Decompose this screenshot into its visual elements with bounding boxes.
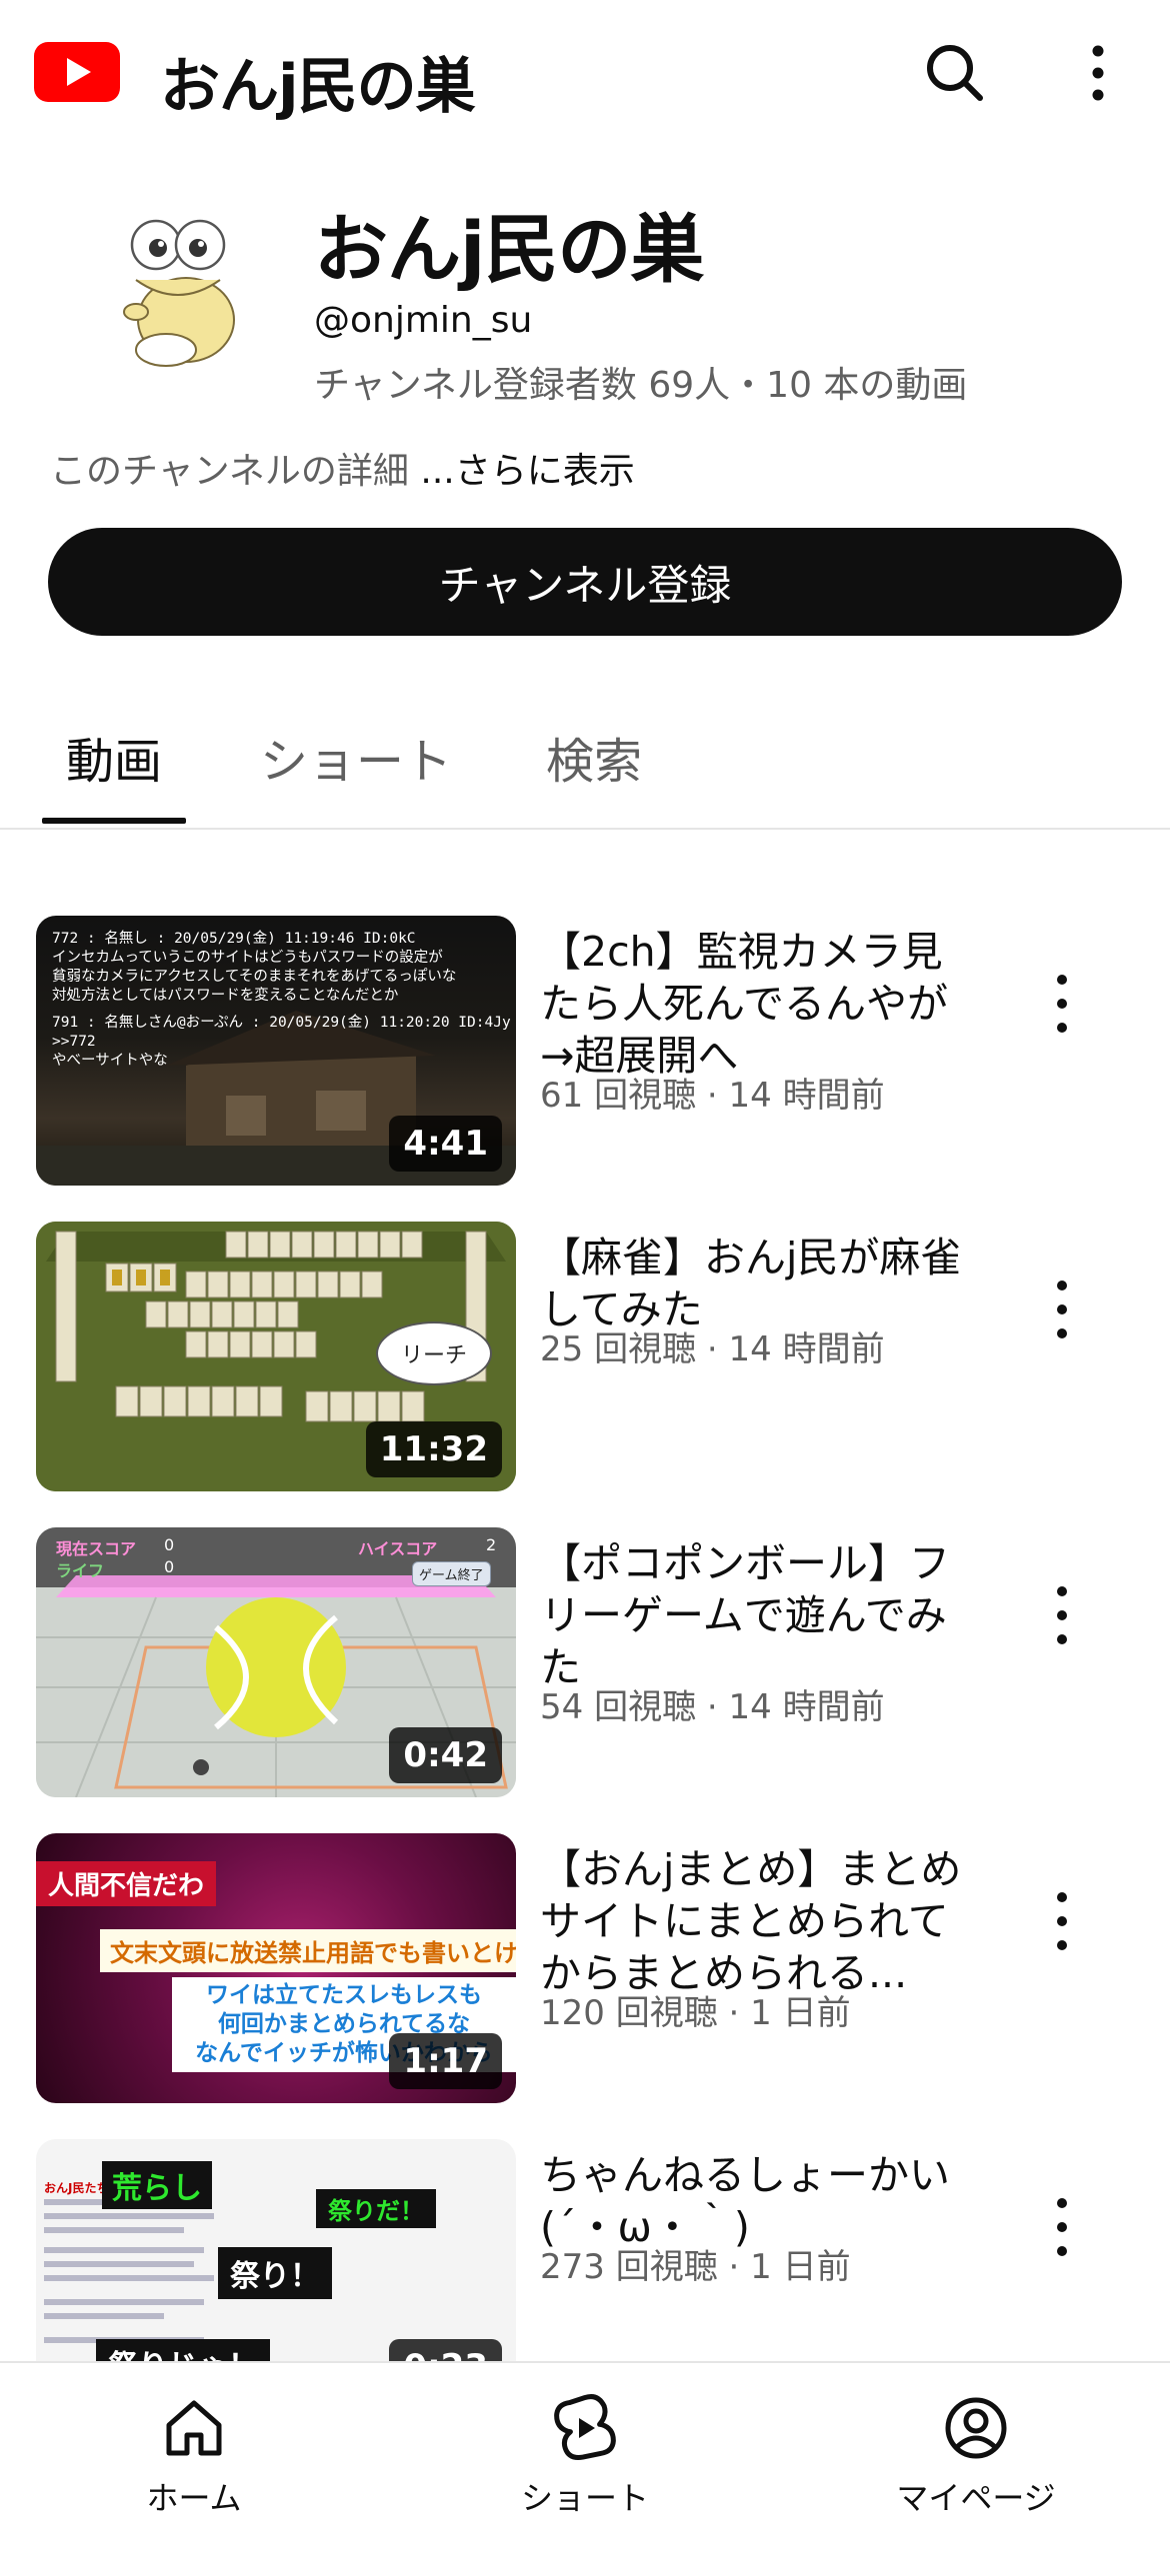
channel-description-text: このチャンネルの詳細 [50, 451, 421, 492]
thumb-caption-3: 祭り！ [218, 2247, 332, 2299]
tab-search[interactable]: 検索 [546, 722, 642, 792]
subscribe-button[interactable]: チャンネル登録 [48, 528, 1122, 636]
riichi-bubble: リーチ [376, 1321, 492, 1385]
hud-life: ライフ [56, 1561, 105, 1580]
tab-shorts[interactable]: ショート [260, 722, 452, 792]
video-title[interactable]: 【麻雀】おんj民が麻雀してみた [540, 1232, 980, 1335]
thumbnail-text: 772 : 名無し : 20/05/29(金) 11:19:46 ID:0kC … [52, 930, 512, 1071]
nav-home-label: ホーム [146, 2479, 242, 2517]
hud-high-score-value: 2 [486, 1535, 497, 1554]
active-tab-indicator [42, 818, 186, 824]
channel-handle: @onjmin_su [314, 300, 533, 341]
video-thumbnail[interactable]: 人間不信だわ 文末文頭に放送禁止用語でも書いとけ ワイは立てたスレもレスも 何回… [36, 1833, 516, 2103]
nav-my-page-label: マイページ [896, 2479, 1056, 2517]
hud-high-score: ハイスコア [358, 1539, 438, 1558]
overlay-line: 対処方法としてはパスワードを変えることなんだとか [52, 988, 399, 1004]
thumb-caption-1: 荒らし [102, 2161, 212, 2209]
video-duration: 0:42 [389, 1727, 502, 1783]
app-bar: おんj民の巣 [0, 0, 1170, 150]
video-meta: 25 回視聴 · 14 時間前 [540, 1329, 885, 1369]
video-item[interactable]: 772 : 名無し : 20/05/29(金) 11:19:46 ID:0kC … [0, 916, 1170, 1196]
tab-videos[interactable]: 動画 [66, 722, 162, 792]
video-thumbnail[interactable]: 現在スコア ライフ 0 0 ハイスコア 2 ゲーム終了 0:42 [36, 1527, 516, 1797]
channel-name: おんj民の巣 [314, 207, 704, 293]
shorts-icon [554, 2394, 616, 2460]
video-meta: 120 回視聴 · 1 日前 [540, 1993, 851, 2033]
youtube-logo-icon[interactable] [34, 42, 120, 102]
overlay-line: インセカムっていうこのサイトはどうもパスワードの設定が [52, 950, 443, 966]
video-thumbnail[interactable]: リーチ 11:32 [36, 1222, 516, 1491]
home-icon [166, 2400, 222, 2456]
video-duration: 1:17 [389, 2033, 502, 2089]
video-meta: 61 回視聴 · 14 時間前 [540, 1076, 885, 1116]
nav-shorts-label: ショート [520, 2479, 649, 2517]
bottom-navigation: ホーム ショート マイページ [0, 2361, 1170, 2576]
nav-shorts[interactable]: ショート [465, 2393, 705, 2519]
search-icon[interactable] [918, 36, 992, 110]
video-title[interactable]: 【ポコポンボール】フリーゲームで遊んでみた [540, 1537, 980, 1693]
overlay-line: 791 : 名無しさん@おーぷん : 20/05/29(金) 11:20:20 … [52, 1015, 511, 1031]
video-meta: 273 回視聴 · 1 日前 [540, 2247, 851, 2287]
thumb-caption-3-line: ワイは立てたスレもレスも [206, 1982, 482, 2008]
video-title[interactable]: 【おんjまとめ】まとめサイトにまとめられてからまとめられる... [540, 1843, 980, 1999]
video-title[interactable]: 【2ch】監視カメラ見たら人死んでるんやが→超展開へ [540, 926, 980, 1082]
overlay-line: >>772 [52, 1034, 96, 1050]
channel-tabs: 動画 ショート 検索 [0, 700, 1170, 830]
video-item[interactable]: リーチ 11:32 【麻雀】おんj民が麻雀してみた 25 回視聴 · 14 時間… [0, 1222, 1170, 1501]
channel-stats: チャンネル登録者数 69人・10 本の動画 [314, 365, 968, 406]
video-item[interactable]: 現在スコア ライフ 0 0 ハイスコア 2 ゲーム終了 0:42 【ポコポンボー… [0, 1527, 1170, 1807]
thumb-caption-2: 文末文頭に放送禁止用語でも書いとけ [100, 1929, 516, 1972]
video-more-icon[interactable] [1044, 1881, 1080, 1961]
hud-current-score: 現在スコア [56, 1539, 137, 1558]
video-item[interactable]: 人間不信だわ 文末文頭に放送禁止用語でも書いとけ ワイは立てたスレもレスも 何回… [0, 1833, 1170, 2113]
video-duration: 4:41 [389, 1116, 502, 1172]
nav-my-page[interactable]: マイページ [856, 2393, 1096, 2519]
overlay-line: 772 : 名無し : 20/05/29(金) 11:19:46 ID:0kC [52, 931, 416, 947]
thumb-caption-1: 人間不信だわ [36, 1861, 217, 1906]
channel-avatar[interactable] [96, 200, 266, 380]
video-thumbnail[interactable]: 772 : 名無し : 20/05/29(金) 11:19:46 ID:0kC … [36, 916, 516, 1186]
show-more-link[interactable]: ...さらに表示 [420, 451, 634, 492]
hud-life-value: 0 [164, 1557, 175, 1576]
overlay-line: やべーサイトやな [52, 1053, 168, 1069]
more-vert-icon[interactable] [1080, 36, 1116, 110]
nav-home[interactable]: ホーム [74, 2393, 314, 2519]
thumb-caption-2: 祭りだ！ [316, 2189, 436, 2228]
account-icon [945, 2397, 1007, 2459]
hud-quit-button: ゲーム終了 [412, 1561, 491, 1586]
video-more-icon[interactable] [1044, 964, 1080, 1044]
video-duration: 11:32 [365, 1421, 502, 1477]
video-more-icon[interactable] [1044, 2187, 1080, 2267]
video-more-icon[interactable] [1044, 1575, 1080, 1655]
video-title[interactable]: ちゃんねるしょーかい(´・ω・｀) [540, 2149, 980, 2253]
video-more-icon[interactable] [1044, 1270, 1080, 1349]
video-meta: 54 回視聴 · 14 時間前 [540, 1687, 885, 1727]
hud-score-value: 0 [164, 1535, 175, 1554]
channel-description[interactable]: このチャンネルの詳細 ...さらに表示 [50, 442, 635, 494]
app-title: おんj民の巣 [160, 52, 476, 122]
overlay-line: 貧弱なカメラにアクセスしてそのままそれをあげてるっぽいな [52, 969, 457, 985]
